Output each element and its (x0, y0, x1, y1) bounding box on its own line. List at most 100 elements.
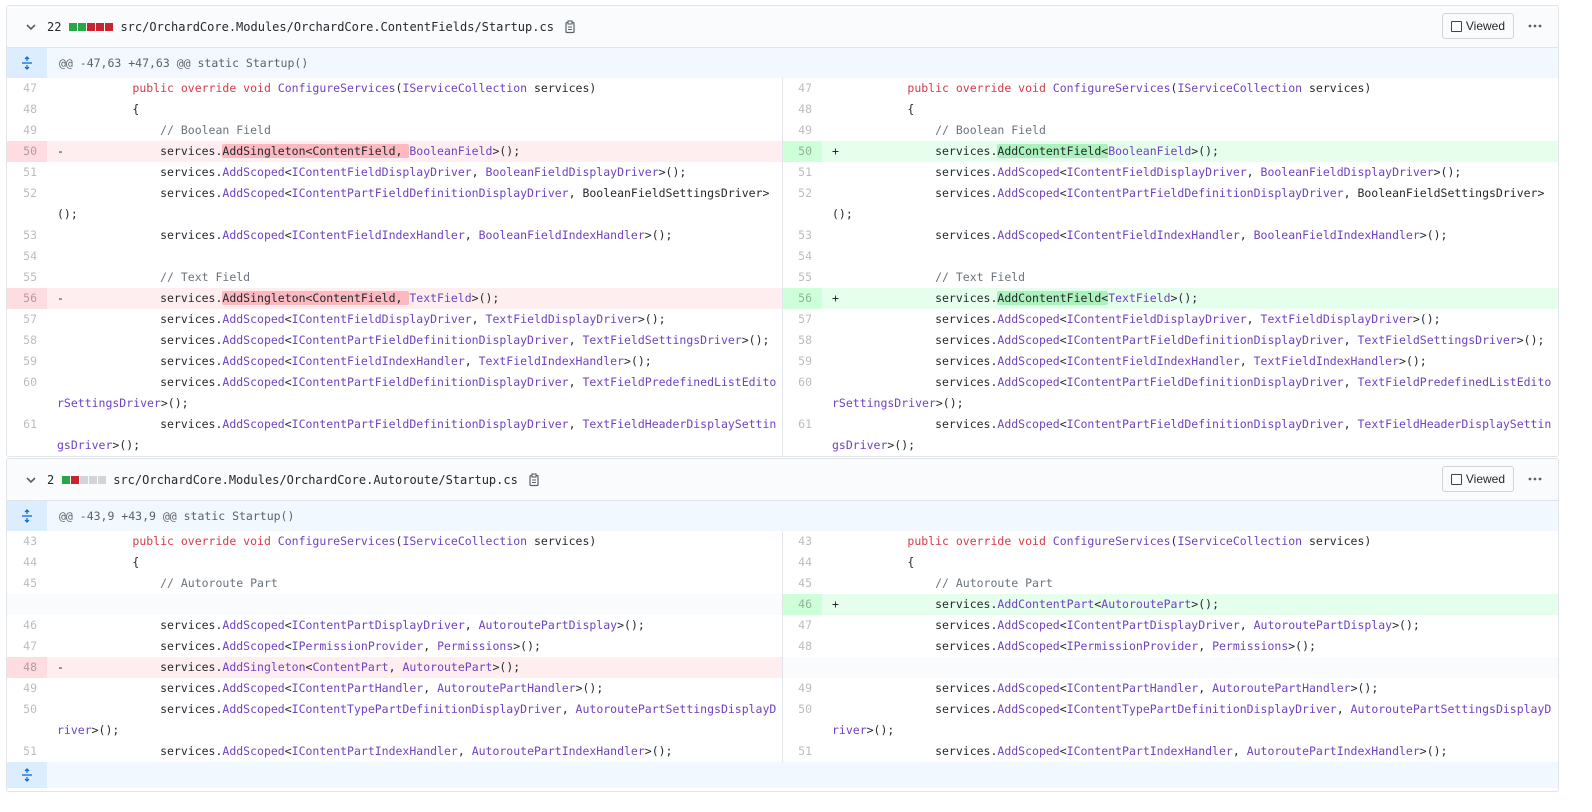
chevron-down-icon[interactable] (23, 472, 39, 488)
line-number[interactable]: 58 (7, 330, 47, 351)
line-number[interactable]: 47 (781, 615, 822, 636)
line-number[interactable]: 55 (7, 267, 47, 288)
line-number[interactable]: 53 (781, 225, 822, 246)
line-number[interactable]: 48 (781, 636, 822, 657)
diffstat-neutral-block (89, 475, 98, 484)
chevron-down-icon[interactable] (23, 19, 39, 35)
line-number[interactable]: 52 (781, 183, 822, 225)
code-token: , (1336, 702, 1351, 716)
line-number[interactable]: 43 (7, 531, 47, 552)
diff-row: 45 // Autoroute Part 45 // Autoroute Part (7, 573, 1558, 594)
line-number[interactable]: 54 (7, 246, 47, 267)
line-number[interactable]: 45 (781, 573, 822, 594)
line-number[interactable]: 50 (7, 141, 47, 162)
line-number[interactable]: 49 (781, 678, 822, 699)
line-number[interactable]: 47 (781, 78, 822, 99)
code-token: AddScoped (997, 375, 1060, 389)
line-number[interactable]: 43 (781, 531, 822, 552)
line-number[interactable]: 51 (781, 741, 822, 762)
line-number[interactable]: 45 (7, 573, 47, 594)
code-token: , (1239, 228, 1254, 242)
code-token: >(); (887, 438, 916, 452)
line-number[interactable]: 56 (781, 288, 822, 309)
line-number[interactable]: 61 (7, 414, 47, 456)
diff-marker (57, 636, 77, 657)
line-number[interactable]: 49 (7, 678, 47, 699)
diff-marker (832, 225, 852, 246)
code-token: IContentPartDisplayDriver (1066, 618, 1240, 632)
line-number[interactable]: 51 (781, 162, 822, 183)
code-token: , (568, 333, 583, 347)
line-number[interactable]: 44 (781, 552, 822, 573)
line-number[interactable]: 50 (781, 699, 822, 741)
code-token: >(); (1191, 597, 1219, 611)
code-token: // Autoroute Part (160, 576, 278, 590)
line-number[interactable]: 46 (7, 615, 47, 636)
line-number[interactable]: 60 (7, 372, 47, 414)
left-code-line: services.AddScoped<IContentPartFieldDefi… (47, 372, 782, 414)
line-number[interactable]: 48 (781, 99, 822, 120)
code-token: AddScoped (222, 702, 285, 716)
diffstat-blocks (69, 22, 114, 31)
file-path[interactable]: src/OrchardCore.Modules/OrchardCore.Cont… (120, 20, 553, 34)
line-number[interactable]: 53 (7, 225, 47, 246)
unfold-icon[interactable] (7, 48, 47, 78)
code-token: IContentPartFieldDefinitionDisplayDriver (1066, 375, 1344, 389)
clipboard-icon[interactable] (562, 19, 578, 35)
viewed-checkbox-button[interactable]: Viewed (1441, 13, 1514, 39)
clipboard-icon[interactable] (526, 472, 542, 488)
line-number[interactable]: 50 (7, 699, 47, 741)
code-token: { (77, 555, 140, 569)
diff-row: 60 services.AddScoped<IContentPartFieldD… (7, 372, 1558, 414)
line-number[interactable]: 58 (781, 330, 822, 351)
line-number[interactable]: 52 (7, 183, 47, 225)
line-number[interactable]: 51 (7, 741, 47, 762)
line-number[interactable]: 51 (7, 162, 47, 183)
line-number[interactable]: 59 (781, 351, 822, 372)
line-number[interactable]: 54 (781, 246, 822, 267)
code-token: services) (527, 534, 597, 548)
kebab-horizontal-icon[interactable] (1526, 18, 1544, 34)
right-code-line: services.AddScoped<IContentPartFieldDefi… (822, 183, 1558, 225)
code-token: , (464, 618, 479, 632)
line-number[interactable]: 48 (7, 657, 47, 678)
line-number[interactable]: 48 (7, 99, 47, 120)
line-number[interactable]: 61 (781, 414, 822, 456)
diffstat-add-block (78, 22, 87, 31)
diff-row: 51 services.AddScoped<IContentFieldDispl… (7, 162, 1558, 183)
line-number[interactable]: 57 (7, 309, 47, 330)
line-number[interactable]: 49 (7, 120, 47, 141)
line-number[interactable]: 55 (781, 267, 822, 288)
checkbox[interactable] (1450, 473, 1462, 485)
diff-marker (832, 351, 852, 372)
right-code-line (822, 657, 1558, 678)
code-token: AddScoped (222, 375, 285, 389)
line-number[interactable]: 44 (7, 552, 47, 573)
code-token: >(); (471, 291, 500, 305)
line-number[interactable]: 49 (781, 120, 822, 141)
line-number[interactable]: 46 (781, 594, 822, 615)
line-number[interactable]: 59 (7, 351, 47, 372)
code-token: IContentPartFieldDefinitionDisplayDriver (1066, 333, 1344, 347)
code-token: >(); (91, 723, 120, 737)
viewed-checkbox-button[interactable]: Viewed (1441, 466, 1514, 492)
file-path[interactable]: src/OrchardCore.Modules/OrchardCore.Auto… (113, 473, 518, 487)
diff-marker (57, 78, 77, 99)
diff-row: 61 services.AddScoped<IContentPartFieldD… (7, 414, 1558, 456)
code-token: , (1198, 639, 1213, 653)
unfold-icon[interactable] (7, 501, 47, 531)
checkbox[interactable] (1450, 20, 1462, 32)
kebab-horizontal-icon[interactable] (1526, 471, 1544, 487)
line-number[interactable]: 56 (7, 288, 47, 309)
line-number[interactable]: 47 (7, 78, 47, 99)
line-number[interactable]: 60 (781, 372, 822, 414)
line-number[interactable]: 50 (781, 141, 822, 162)
unfold-icon[interactable] (7, 762, 47, 788)
code-token: AddScoped (222, 354, 285, 368)
line-number[interactable]: 47 (7, 636, 47, 657)
line-number[interactable]: 57 (781, 309, 822, 330)
code-token: services. (852, 417, 998, 431)
